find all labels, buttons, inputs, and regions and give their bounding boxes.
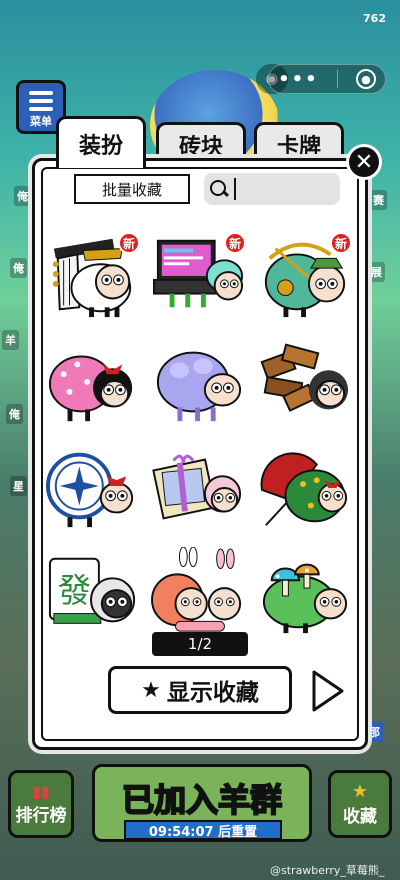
side-peek-right-3: 那 bbox=[366, 722, 383, 742]
menu-icon bbox=[29, 91, 53, 115]
new-badge: 新 bbox=[118, 232, 140, 254]
wood-block-sheep-icon bbox=[260, 343, 349, 412]
mini-program-capsule: ••• ● bbox=[268, 64, 386, 94]
capsule-divider bbox=[336, 70, 338, 88]
batch-collect-button[interactable]: 批量收藏 bbox=[74, 174, 190, 204]
watermark: @strawberry_草莓熊_ bbox=[270, 864, 385, 877]
lavender-sheep-icon bbox=[156, 351, 242, 422]
skin-item-mushroom[interactable] bbox=[252, 540, 358, 646]
search-icon bbox=[208, 178, 230, 200]
skin-item-emperor[interactable]: 新 bbox=[40, 222, 146, 328]
menu-label: 菜单 bbox=[30, 115, 52, 128]
status-number: 762 bbox=[363, 12, 386, 25]
page-indicator: 1/2 bbox=[152, 632, 248, 656]
exit-icon[interactable]: ● bbox=[355, 69, 376, 89]
side-peek-left-4: 俺 bbox=[6, 404, 23, 424]
side-peek-left-3: 羊 bbox=[2, 330, 19, 350]
skin-item-porcelain[interactable] bbox=[40, 434, 146, 540]
mahjong-sheep-icon: 發 bbox=[48, 557, 136, 624]
skin-item-wood-block[interactable] bbox=[252, 328, 358, 434]
skin-item-umbrella[interactable] bbox=[252, 434, 358, 540]
skin-item-mahjong[interactable]: 發 bbox=[40, 540, 146, 646]
side-peek-right-1: 赛 bbox=[370, 190, 387, 210]
new-badge: 新 bbox=[330, 232, 352, 254]
leaderboard-label: 排行榜 bbox=[15, 806, 67, 826]
show-favorites-label: 显示收藏 bbox=[166, 680, 259, 706]
gift-box-sheep-icon bbox=[152, 454, 242, 520]
reset-timer: 09:54:07 后重置 bbox=[124, 820, 282, 840]
umbrella-sheep-icon bbox=[260, 452, 348, 526]
close-icon[interactable]: ✕ bbox=[346, 144, 382, 180]
skin-item-archer[interactable]: 新 bbox=[252, 222, 358, 328]
favorites-label: 收藏 bbox=[343, 807, 377, 827]
skin-item-bunny-twins[interactable] bbox=[146, 540, 252, 646]
leaderboard-button[interactable]: ▮▮ 排行榜 bbox=[8, 770, 74, 838]
search-input[interactable] bbox=[204, 173, 340, 205]
porcelain-plate-sheep-icon bbox=[46, 452, 134, 528]
star-icon: ★ bbox=[351, 781, 369, 802]
skin-item-pink-wool[interactable] bbox=[40, 328, 146, 434]
new-badge: 新 bbox=[224, 232, 246, 254]
text-caret bbox=[234, 178, 236, 200]
next-page-arrow-icon[interactable] bbox=[310, 668, 346, 714]
skin-item-gift-box[interactable] bbox=[146, 434, 252, 540]
more-icon[interactable]: ••• bbox=[278, 69, 319, 90]
tab-costume[interactable]: 装扮 bbox=[56, 116, 146, 168]
skin-item-lavender[interactable] bbox=[146, 328, 252, 434]
side-peek-left-5: 星 bbox=[10, 476, 27, 496]
mushroom-sheep-icon bbox=[262, 563, 348, 634]
side-peek-left-2: 俺 bbox=[10, 258, 27, 278]
bunny-twins-sheep-icon bbox=[151, 547, 242, 632]
skin-grid: 新 新 新 發 bbox=[40, 222, 360, 646]
side-peek-left-1: 俺 bbox=[14, 186, 31, 206]
side-peek-right-2: 展 bbox=[368, 262, 385, 282]
mahjong-tile-text: 發 bbox=[58, 571, 91, 610]
skin-item-computer[interactable]: 新 bbox=[146, 222, 252, 328]
show-favorites-button[interactable]: ★ 显示收藏 bbox=[108, 666, 292, 714]
pink-wool-sheep-icon bbox=[48, 355, 133, 422]
leaderboard-icon: ▮▮ bbox=[32, 782, 50, 801]
star-icon: ★ bbox=[141, 677, 161, 703]
favorites-button[interactable]: ★ 收藏 bbox=[328, 770, 392, 838]
